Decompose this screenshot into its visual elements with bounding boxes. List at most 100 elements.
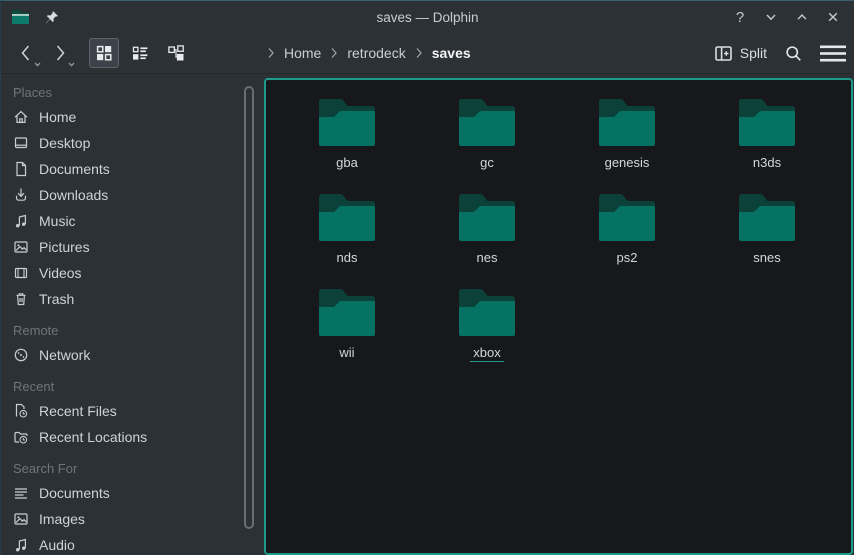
sidebar-item-label: Home xyxy=(39,109,76,125)
content-area: Places Home Desktop Documents Downloads Music… xyxy=(1,74,854,555)
folder-label: ps2 xyxy=(617,250,638,265)
folder-item-snes[interactable]: snes xyxy=(697,187,837,282)
sidebar-item-label: Documents xyxy=(39,161,110,177)
folder-item-gba[interactable]: gba xyxy=(277,92,417,187)
home-icon xyxy=(13,109,29,125)
sidebar-section-recent: RecentRecent Files Recent Locations xyxy=(13,374,259,450)
split-view-icon xyxy=(715,46,732,61)
sidebar-item-recent-locations[interactable]: Recent Locations xyxy=(13,424,259,450)
menu-button[interactable] xyxy=(820,45,846,62)
chevron-right-icon xyxy=(267,47,275,59)
folder-label: gba xyxy=(336,155,358,170)
sidebar-item-desktop[interactable]: Desktop xyxy=(13,130,259,156)
music-icon xyxy=(13,213,29,229)
folder-label: nds xyxy=(337,250,358,265)
split-label: Split xyxy=(740,45,767,61)
minimize-button[interactable] xyxy=(760,6,782,28)
breadcrumb-item-retrodeck[interactable]: retrodeck xyxy=(347,45,405,61)
document-icon xyxy=(13,161,29,177)
chevron-right-icon xyxy=(415,47,423,59)
recent-file-icon xyxy=(13,403,29,419)
sidebar-item-pictures[interactable]: Pictures xyxy=(13,234,259,260)
window-title: saves — Dolphin xyxy=(1,10,854,25)
folder-item-nes[interactable]: nes xyxy=(417,187,557,282)
folder-label: gc xyxy=(480,155,494,170)
caret-down-icon xyxy=(68,62,75,67)
sidebar-item-downloads[interactable]: Downloads xyxy=(13,182,259,208)
breadcrumb-chevron-icon xyxy=(415,47,423,59)
sidebar-item-network[interactable]: Network xyxy=(13,342,259,368)
pin-icon[interactable] xyxy=(44,10,59,25)
folder-item-genesis[interactable]: genesis xyxy=(557,92,697,187)
icons-view-button[interactable] xyxy=(89,38,119,68)
sidebar-item-documents[interactable]: Documents xyxy=(13,156,259,182)
sidebar-section-search-for: Search For Documents Images Audio xyxy=(13,456,259,555)
sidebar-header-remote: Remote xyxy=(13,318,259,342)
sidebar-item-audio[interactable]: Audio xyxy=(13,532,259,555)
sidebar-item-label: Audio xyxy=(39,537,75,553)
folder-icon xyxy=(317,191,377,243)
maximize-button[interactable] xyxy=(791,6,813,28)
sidebar-item-trash[interactable]: Trash xyxy=(13,286,259,312)
folder-item-xbox[interactable]: xbox xyxy=(417,282,557,377)
sidebar-header-search-for: Search For xyxy=(13,456,259,480)
sidebar-item-label: Pictures xyxy=(39,239,90,255)
video-icon xyxy=(13,265,29,281)
search-icon xyxy=(785,45,802,62)
network-icon xyxy=(13,347,29,363)
search-button[interactable] xyxy=(785,45,802,62)
sidebar-item-label: Images xyxy=(39,511,85,527)
folder-item-gc[interactable]: gc xyxy=(417,92,557,187)
trash-icon xyxy=(13,291,29,307)
folder-label: wii xyxy=(339,345,354,360)
back-button[interactable] xyxy=(13,38,39,68)
folder-item-nds[interactable]: nds xyxy=(277,187,417,282)
compact-view-button[interactable] xyxy=(125,38,155,68)
help-button[interactable]: ? xyxy=(729,6,751,28)
close-button[interactable] xyxy=(822,6,844,28)
breadcrumb-chevron-icon xyxy=(267,47,275,59)
folder-label: genesis xyxy=(605,155,650,170)
folder-item-ps2[interactable]: ps2 xyxy=(557,187,697,282)
toolbar: Home retrodeck saves Split xyxy=(1,33,854,74)
breadcrumb-item-home[interactable]: Home xyxy=(284,45,321,61)
sidebar-item-label: Downloads xyxy=(39,187,108,203)
sidebar-item-documents[interactable]: Documents xyxy=(13,480,259,506)
sidebar-header-recent: Recent xyxy=(13,374,259,398)
folder-item-n3ds[interactable]: n3ds xyxy=(697,92,837,187)
sidebar-item-label: Music xyxy=(39,213,76,229)
sidebar-item-label: Recent Locations xyxy=(39,429,147,445)
breadcrumb-item-saves[interactable]: saves xyxy=(432,45,471,61)
download-icon xyxy=(13,187,29,203)
sidebar-item-label: Network xyxy=(39,347,90,363)
sidebar-item-images[interactable]: Images xyxy=(13,506,259,532)
breadcrumb-chevron-icon xyxy=(330,47,338,59)
details-view-button[interactable] xyxy=(161,38,191,68)
sidebar-item-recent-files[interactable]: Recent Files xyxy=(13,398,259,424)
sidebar-scrollbar[interactable] xyxy=(244,86,254,529)
places-panel: Places Home Desktop Documents Downloads Music… xyxy=(1,74,259,555)
folder-label: nes xyxy=(477,250,498,265)
chevron-right-icon xyxy=(330,47,338,59)
recent-folder-icon xyxy=(13,429,29,445)
sidebar-item-label: Videos xyxy=(39,265,82,281)
sidebar-item-label: Documents xyxy=(39,485,110,501)
sidebar-header-places: Places xyxy=(13,80,259,104)
split-button[interactable]: Split xyxy=(715,45,767,61)
folder-item-wii[interactable]: wii xyxy=(277,282,417,377)
compact-view-icon xyxy=(132,45,148,61)
forward-button[interactable] xyxy=(47,38,73,68)
folder-icon xyxy=(317,96,377,148)
folder-view[interactable]: gba gc genesis n3ds nds nes ps2 snes wii xbox xyxy=(264,78,853,555)
sidebar-section-remote: Remote Network xyxy=(13,318,259,368)
sidebar-item-label: Trash xyxy=(39,291,74,307)
sidebar-item-music[interactable]: Music xyxy=(13,208,259,234)
folder-grid: gba gc genesis n3ds nds nes ps2 snes wii xbox xyxy=(266,80,851,377)
icons-view-icon xyxy=(96,45,112,61)
sidebar-item-videos[interactable]: Videos xyxy=(13,260,259,286)
sidebar-item-home[interactable]: Home xyxy=(13,104,259,130)
image-icon xyxy=(13,239,29,255)
breadcrumb: Home retrodeck saves xyxy=(267,33,471,73)
folder-label: n3ds xyxy=(753,155,781,170)
tree-view-icon xyxy=(168,45,184,61)
